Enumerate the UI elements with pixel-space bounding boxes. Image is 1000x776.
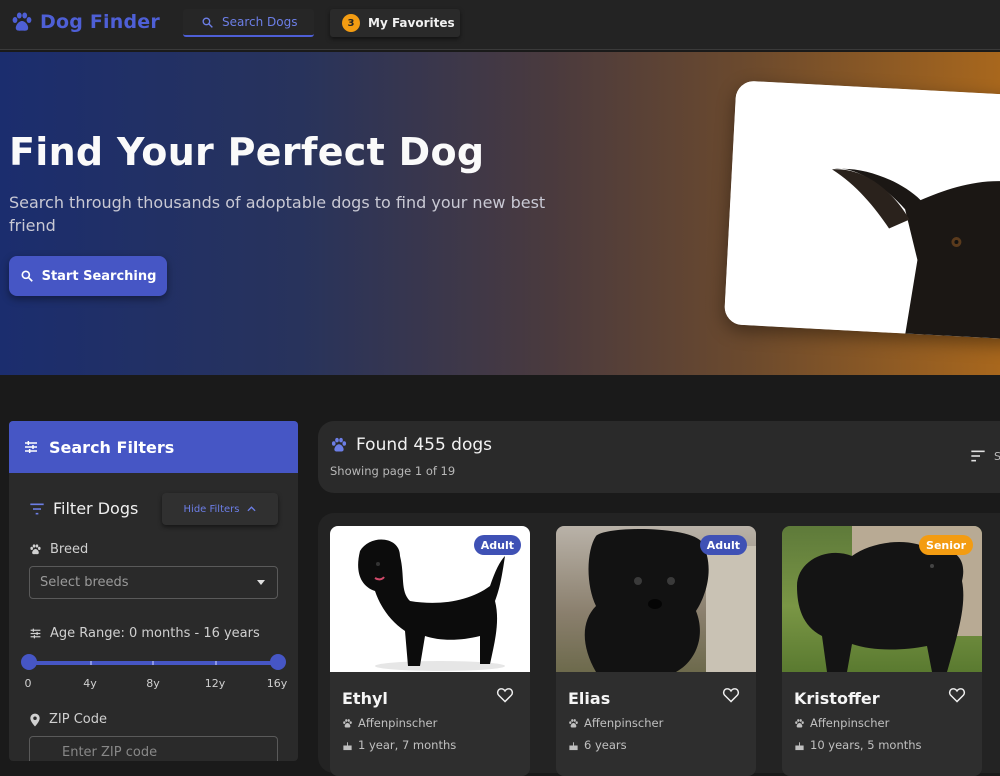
cake-icon [569,741,578,750]
paw-icon [331,437,347,452]
dog-name: Ethyl [342,689,388,708]
dog-name: Kristoffer [794,689,880,708]
dog-photo: Adult [330,526,530,672]
paw-icon [30,544,41,555]
age-badge: Adult [473,535,521,555]
dog-photo: Senior [782,526,982,672]
sliders-icon [25,441,37,453]
breed-label-text: Breed [50,542,89,557]
age-badge: Senior [919,535,973,555]
breed-select-placeholder: Select breeds [40,575,129,590]
filters-panel: Search Filters Filter Dogs Hide Filters … [9,421,298,761]
age-tick-label: 16y [266,677,288,690]
dog-card[interactable]: Adult Ethyl Affenpinscher 1 year, 7 mont… [330,526,530,776]
dog-name: Elias [568,689,611,708]
age-range-label: Age Range: 0 months - 16 years [29,626,260,641]
zip-placeholder: Enter ZIP code [62,745,158,760]
top-navigation: Dog Finder Search Dogs 3 My Favorites [0,0,1000,50]
age-tick-label: 8y [146,677,160,690]
chevron-down-icon [257,580,265,585]
age-max-handle[interactable] [270,654,286,670]
heart-icon[interactable] [496,687,514,703]
favorites-count-badge: 3 [342,14,360,32]
dog-breed-text: Affenpinscher [810,716,890,730]
slider-tick [152,661,154,665]
filters-header-title: Search Filters [49,437,175,457]
results-count: Found 455 dogs [330,435,492,455]
filter-icon [30,503,44,514]
slider-tick [90,661,92,665]
dog-breed: Affenpinscher [342,716,437,730]
tab-my-favorites[interactable]: 3 My Favorites [330,9,460,37]
search-icon [202,16,213,28]
filter-dogs-heading: Filter Dogs [29,499,138,518]
paw-icon [343,718,352,727]
results-count-text: Found 455 dogs [356,435,493,455]
hide-filters-label: Hide Filters [183,503,240,515]
dog-breed: Affenpinscher [568,716,663,730]
tab-label: Search Dogs [222,15,298,29]
sort-label[interactable]: S [994,450,1000,463]
cake-icon [795,741,804,750]
heart-icon[interactable] [722,687,740,703]
cake-icon [343,741,352,750]
dog-breed-text: Affenpinscher [584,716,664,730]
search-icon [21,270,33,282]
tab-label: My Favorites [368,16,455,30]
age-tick-label: 4y [83,677,97,690]
dog-breed: Affenpinscher [794,716,889,730]
hero-subtitle: Search through thousands of adoptable do… [9,193,546,235]
zip-input[interactable]: Enter ZIP code [29,736,278,761]
filters-header: Search Filters [9,421,298,473]
age-min-handle[interactable] [21,654,37,670]
dog-illustration [723,80,1000,340]
paw-icon [12,12,32,31]
age-tick-label: 12y [204,677,226,690]
heart-icon[interactable] [948,687,966,703]
slider-tick [215,661,217,665]
dog-card[interactable]: Adult Elias Affenpinscher 6 years [556,526,756,776]
location-pin-icon [30,713,40,726]
breed-select[interactable]: Select breeds [29,566,278,599]
age-tick-label: 0 [24,677,32,690]
results-header: Found 455 dogs Showing page 1 of 19 S [318,421,1000,493]
dog-breed-text: Affenpinscher [358,716,438,730]
zip-label: ZIP Code [29,712,107,727]
paw-icon [795,718,804,727]
start-searching-button[interactable]: Start Searching [9,256,167,296]
hero-banner: Find Your Perfect Dog Search through tho… [0,52,1000,375]
dog-results-grid: Adult Ethyl Affenpinscher 1 year, 7 mont… [318,513,1000,776]
hide-filters-button[interactable]: Hide Filters [162,493,278,525]
tab-search-dogs[interactable]: Search Dogs [183,9,314,37]
hero-title: Find Your Perfect Dog [9,130,485,174]
age-range-text: Age Range: 0 months - 16 years [50,626,260,641]
hero-dog-photo [723,80,1000,340]
dog-card[interactable]: Senior Kristoffer Affenpinscher 10 years… [782,526,982,776]
zip-label-text: ZIP Code [49,712,107,727]
age-badge: Adult [699,535,747,555]
filter-dogs-title: Filter Dogs [53,499,139,518]
chevron-up-icon [247,506,257,512]
sliders-icon [30,628,41,639]
button-label: Start Searching [41,268,157,284]
breed-label: Breed [29,542,88,557]
dog-photo: Adult [556,526,756,672]
sort-icon[interactable] [970,449,986,463]
paw-icon [569,718,578,727]
brand-name: Dog Finder [40,11,160,33]
page-indicator: Showing page 1 of 19 [330,464,456,478]
brand[interactable]: Dog Finder [10,10,160,34]
